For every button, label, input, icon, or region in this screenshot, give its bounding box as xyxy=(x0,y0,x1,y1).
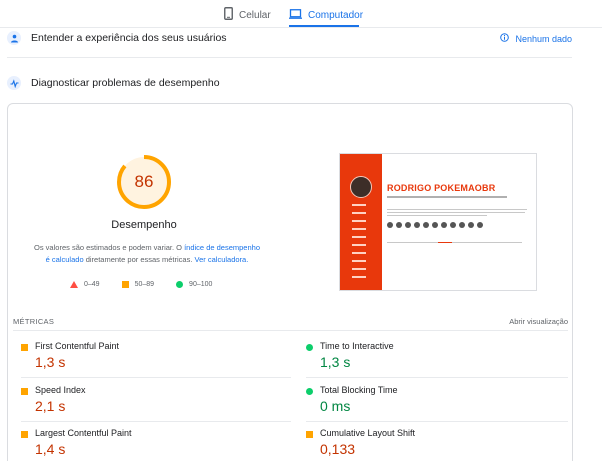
metric-tti: Time to Interactive 1,3 s xyxy=(306,341,536,381)
preview-text-line xyxy=(387,242,522,243)
score-desc-text-2: diretamente por essas métricas. xyxy=(83,255,195,264)
device-tabs: Celular Computador xyxy=(0,0,602,28)
preview-site-name: RODRIGO POKEMAOBR xyxy=(387,183,496,193)
expand-view-toggle[interactable]: Abrir visualização xyxy=(509,317,568,326)
preview-menu xyxy=(352,204,370,284)
metric-label: Total Blocking Time xyxy=(320,385,398,395)
metric-label: Cumulative Layout Shift xyxy=(320,428,416,438)
pass-circle-icon xyxy=(306,344,313,351)
legend-average: 50–89 xyxy=(121,280,155,288)
no-data-label: Nenhum dado xyxy=(515,33,572,44)
preview-text-line xyxy=(387,209,527,210)
metric-divider xyxy=(21,421,291,422)
metric-label: Largest Contentful Paint xyxy=(35,428,132,438)
score-description: Os valores são estimados e podem variar.… xyxy=(32,242,262,266)
metric-divider xyxy=(21,377,291,378)
metric-value: 0 ms xyxy=(320,398,351,414)
metrics-divider xyxy=(13,330,568,331)
average-square-icon xyxy=(121,280,129,288)
info-icon xyxy=(500,33,510,44)
fail-triangle-icon xyxy=(70,280,78,288)
preview-text-line xyxy=(387,196,507,198)
legend-pass: 90–100 xyxy=(176,280,213,288)
tab-mobile[interactable]: Celular xyxy=(224,4,271,26)
score-legend: 0–49 50–89 90–100 xyxy=(70,278,240,290)
metric-cls: Cumulative Layout Shift 0,133 xyxy=(306,428,536,461)
metric-value: 1,3 s xyxy=(320,354,351,370)
legend-fail-range: 0–49 xyxy=(84,280,100,288)
metric-value: 0,133 xyxy=(320,441,356,457)
average-square-icon xyxy=(21,344,28,351)
tab-mobile-label: Celular xyxy=(239,9,271,21)
metric-speed-index: Speed Index 2,1 s xyxy=(21,385,251,425)
performance-score: 86 xyxy=(134,172,154,191)
tab-desktop-label: Computador xyxy=(308,9,364,21)
metric-divider xyxy=(306,421,568,422)
average-square-icon xyxy=(21,388,28,395)
metrics-header: MÉTRICAS Abrir visualização xyxy=(13,317,568,329)
section-divider xyxy=(7,57,572,58)
lab-data-title: Diagnosticar problemas de desempenho xyxy=(31,77,220,89)
page-screenshot[interactable]: RODRIGO POKEMAOBR xyxy=(339,153,537,291)
legend-fail: 0–49 xyxy=(70,280,100,288)
no-data-link[interactable]: Nenhum dado xyxy=(500,33,572,44)
metric-divider xyxy=(306,377,568,378)
preview-text-line xyxy=(387,215,487,216)
pass-circle-icon xyxy=(176,280,184,288)
calculator-link[interactable]: Ver calculadora. xyxy=(195,255,249,264)
laptop-icon xyxy=(289,8,302,22)
average-square-icon xyxy=(21,431,28,438)
performance-card: 86 Desempenho Os valores são estimados e… xyxy=(7,103,573,461)
metric-fcp: First Contentful Paint 1,3 s xyxy=(21,341,251,381)
metric-value: 1,3 s xyxy=(35,354,66,370)
metric-label: Time to Interactive xyxy=(320,341,394,351)
legend-average-range: 50–89 xyxy=(134,280,155,288)
metric-label: Speed Index xyxy=(35,385,86,395)
metric-value: 2,1 s xyxy=(35,398,66,414)
average-square-icon xyxy=(306,431,313,438)
metric-label: First Contentful Paint xyxy=(35,341,120,351)
performance-gauge: 86 xyxy=(116,154,172,210)
people-icon xyxy=(7,31,21,45)
diagnostics-icon xyxy=(7,76,21,90)
metric-value: 1,4 s xyxy=(35,441,66,457)
score-desc-text-1: Os valores são estimados e podem variar.… xyxy=(34,243,185,252)
pass-circle-icon xyxy=(306,388,313,395)
preview-avatar xyxy=(350,176,372,198)
legend-pass-range: 90–100 xyxy=(189,280,213,288)
metric-tbt: Total Blocking Time 0 ms xyxy=(306,385,536,425)
preview-text-line xyxy=(438,242,452,243)
preview-text-line xyxy=(387,212,525,213)
phone-icon xyxy=(224,7,233,23)
performance-label: Desempenho xyxy=(111,219,177,231)
lab-data-section: Diagnosticar problemas de desempenho xyxy=(0,72,602,96)
field-data-section[interactable]: Entender a experiência dos seus usuários… xyxy=(0,27,602,51)
metrics-title: MÉTRICAS xyxy=(13,317,55,326)
preview-social-icons xyxy=(387,222,483,228)
tab-desktop[interactable]: Computador xyxy=(289,4,363,26)
field-data-title: Entender a experiência dos seus usuários xyxy=(31,32,227,44)
metric-lcp: Largest Contentful Paint 1,4 s xyxy=(21,428,251,461)
